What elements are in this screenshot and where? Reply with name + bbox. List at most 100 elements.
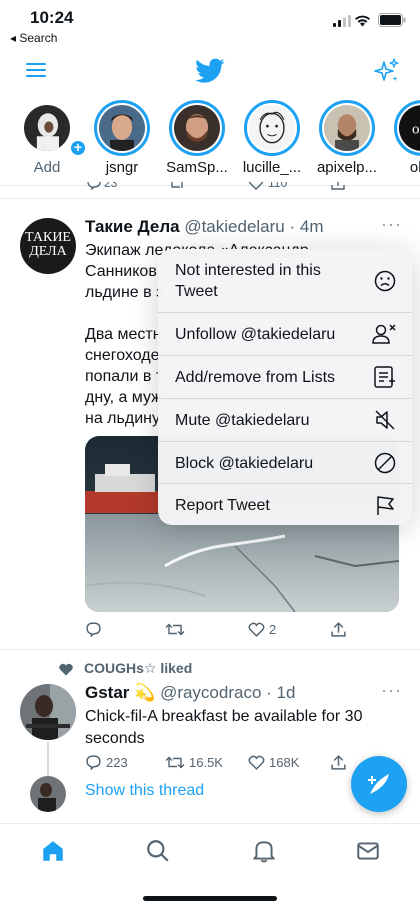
share-icon (331, 755, 346, 770)
fleet-avatar-image (174, 105, 220, 151)
top-app-bar (0, 50, 420, 96)
user-handle[interactable]: @raycodraco (160, 683, 261, 702)
menu-item-unfollow[interactable]: Unfollow @takiedelaru (158, 313, 412, 356)
avatar-text-line: ТАКИЕ (25, 230, 71, 245)
gstar-avatar-small-image (30, 776, 66, 812)
fleet-avatar-image (99, 105, 145, 151)
retweet-icon (165, 623, 185, 636)
reply-button[interactable]: 223 (85, 755, 128, 770)
tweet-text: Chick-fil-A breakfast be available for 3… (85, 708, 363, 747)
list-icon (374, 366, 395, 388)
display-name[interactable]: Такие Дела (85, 217, 180, 236)
tweet-time: · 1d (266, 683, 296, 702)
fleet-samsp[interactable]: SamSp... (162, 100, 232, 176)
menu-item-label: Not interested in this Tweet (175, 262, 321, 300)
frown-icon (374, 270, 396, 292)
tweet-header: Такие Дела @takiedelaru · 4m (85, 217, 324, 237)
cellular-signal-icon (333, 15, 351, 27)
menu-item-label: Report Tweet (175, 497, 270, 514)
add-fleet-plus-icon[interactable]: + (69, 139, 87, 157)
fleet-add[interactable]: + Add (12, 100, 87, 176)
avatar[interactable] (30, 776, 66, 812)
social-context[interactable]: COUGHs☆ liked (84, 660, 192, 677)
like-icon (248, 755, 265, 770)
search-icon[interactable] (145, 838, 171, 864)
like-count: 168K (269, 755, 300, 770)
like-button[interactable]: 168K (248, 755, 299, 770)
fleet-label: Add (33, 159, 61, 176)
tweet-actions: 2 (85, 622, 385, 642)
avatar[interactable]: ТАКИЕ ДЕЛА (20, 218, 76, 274)
avatar-text-line: ДЕЛА (29, 244, 67, 259)
fleet-jsngr[interactable]: jsngr (87, 100, 157, 176)
avatar[interactable] (20, 684, 76, 740)
fleet-label: SamSp... (166, 159, 228, 176)
block-icon (374, 452, 396, 474)
avatar (169, 100, 225, 156)
menu-item-label: Unfollow @takiedelaru (175, 326, 336, 343)
retweet-icon[interactable] (168, 182, 186, 190)
reply-button[interactable] (85, 622, 102, 637)
avatar: ol (394, 100, 420, 156)
like-icon (248, 622, 265, 637)
fleet-avatar-image (324, 105, 370, 151)
menu-item-not-interested[interactable]: Not interested in this Tweet (158, 249, 412, 313)
reply-count: 23 (104, 182, 118, 190)
menu-icon[interactable] (26, 62, 46, 78)
retweet-icon (165, 756, 185, 769)
divider (0, 649, 420, 650)
retweet-button[interactable]: 16.5K (165, 755, 223, 770)
avatar (19, 100, 75, 156)
back-to-search-link[interactable]: ◂ Search (10, 31, 57, 45)
compose-tweet-button[interactable] (351, 756, 407, 812)
menu-item-label: Mute @takiedelaru (175, 412, 310, 429)
wifi-icon (355, 15, 370, 27)
fleet-label: oby (409, 159, 420, 176)
retweet-count: 16.5K (189, 755, 223, 770)
notifications-bell-icon[interactable] (251, 838, 277, 864)
reply-icon (86, 622, 101, 637)
previous-tweet-actions: 23 110 (0, 182, 420, 198)
home-icon[interactable] (40, 838, 66, 864)
sparkle-timeline-icon[interactable] (374, 58, 400, 84)
thread-line (47, 742, 49, 776)
show-thread-link[interactable]: Show this thread (85, 782, 204, 800)
more-options-icon[interactable]: ··· (381, 680, 402, 701)
like-count: 2 (269, 622, 277, 637)
reply-count: 223 (106, 755, 128, 770)
clock: 10:24 (30, 8, 74, 27)
reply-icon (86, 755, 101, 770)
menu-item-label: Block @takiedelaru (175, 455, 314, 472)
display-name[interactable]: Gstar (85, 683, 129, 702)
fleet-oby[interactable]: ol oby (387, 100, 420, 176)
tweet-header: Gstar 💫 @raycodraco · 1d (85, 683, 295, 703)
divider (0, 198, 420, 199)
fleet-label: jsngr (105, 159, 139, 176)
menu-item-block[interactable]: Block @takiedelaru (158, 442, 412, 484)
mute-icon (375, 410, 395, 430)
twitter-logo-icon[interactable] (195, 58, 225, 84)
menu-item-lists[interactable]: Add/remove from Lists (158, 356, 412, 399)
fleets-row: + Add jsngr SamSp... lucille_... apixelp… (0, 100, 420, 182)
unfollow-icon (372, 324, 396, 344)
name-emoji: 💫 (134, 683, 156, 702)
like-icon[interactable] (248, 182, 264, 190)
flag-icon (377, 496, 394, 515)
fleet-apixelp[interactable]: apixelp... (312, 100, 382, 176)
user-handle[interactable]: @takiedelaru (184, 217, 284, 236)
menu-item-mute[interactable]: Mute @takiedelaru (158, 399, 412, 442)
reply-icon[interactable] (86, 182, 102, 190)
like-button[interactable]: 2 (248, 622, 276, 637)
more-options-icon[interactable]: ··· (381, 214, 402, 235)
share-button[interactable] (330, 622, 347, 637)
compose-feather-icon (368, 774, 389, 794)
retweet-button[interactable] (165, 622, 185, 637)
menu-item-report[interactable]: Report Tweet (158, 484, 412, 525)
share-button[interactable] (330, 755, 347, 770)
like-count: 110 (268, 182, 288, 190)
own-avatar-image (24, 105, 70, 151)
avatar (319, 100, 375, 156)
messages-envelope-icon[interactable] (355, 838, 381, 864)
share-icon[interactable] (330, 182, 346, 190)
fleet-lucille[interactable]: lucille_... (237, 100, 307, 176)
